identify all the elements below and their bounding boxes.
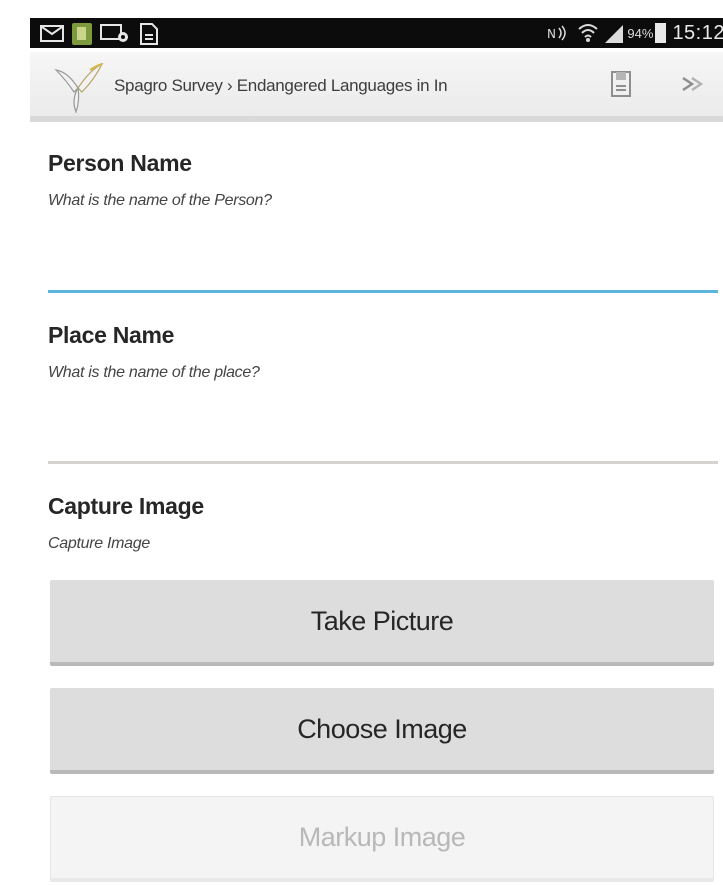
person-name-hint: What is the name of the Person?: [48, 192, 272, 209]
person-name-label: Person Name: [48, 150, 192, 176]
sd-card-icon: [72, 23, 92, 45]
place-name-hint: What is the name of the place?: [48, 364, 260, 381]
clock: 15:12: [672, 21, 723, 44]
take-picture-button[interactable]: Take Picture: [50, 580, 714, 666]
markup-image-button: Markup Image: [50, 796, 714, 882]
battery-icon: [655, 23, 667, 43]
wifi-icon: [577, 23, 599, 43]
document-notification-icon: [140, 23, 158, 45]
status-bar: N 94% 15:12: [0, 0, 723, 52]
breadcrumb: Spagro Survey › Endangered Languages in …: [114, 76, 448, 95]
app-logo-icon[interactable]: [50, 58, 106, 114]
screen-cast-icon: [100, 24, 130, 44]
place-name-input[interactable]: [48, 417, 718, 464]
status-right-group: N 94% 15:12: [547, 18, 723, 48]
signal-strength-icon: [603, 23, 625, 43]
navigation-arrows-icon[interactable]: [680, 72, 704, 96]
nfc-icon: N: [547, 25, 569, 41]
capture-image-hint: Capture Image: [48, 535, 150, 552]
person-name-input[interactable]: [48, 246, 718, 293]
save-form-icon[interactable]: [610, 70, 632, 98]
take-picture-label: Take Picture: [310, 605, 454, 636]
battery-percent: 94%: [627, 25, 654, 41]
capture-image-label: Capture Image: [48, 493, 204, 519]
choose-image-label: Choose Image: [297, 713, 467, 744]
place-name-label: Place Name: [48, 322, 175, 348]
svg-text:N: N: [547, 27, 556, 41]
choose-image-button[interactable]: Choose Image: [50, 688, 714, 774]
action-bar: Spagro Survey › Endangered Languages in …: [30, 52, 723, 122]
mail-notification-icon: [40, 25, 64, 42]
markup-image-label: Markup Image: [298, 822, 466, 852]
